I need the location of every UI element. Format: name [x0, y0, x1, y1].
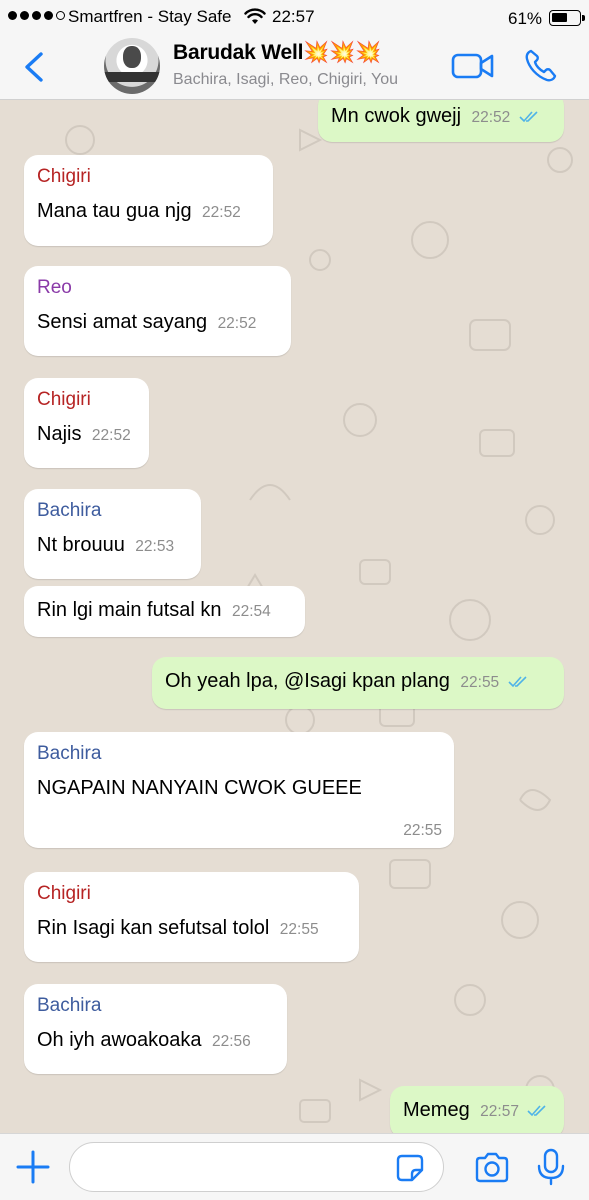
message-time: 22:53 — [135, 538, 175, 555]
message-incoming[interactable]: Bachira NGAPAIN NANYAIN CWOK GUEEE 22:55 — [24, 732, 454, 848]
status-bar: Smartfren - Stay Safe 22:57 61% — [0, 0, 589, 34]
message-text: Memeg — [403, 1099, 470, 1121]
message-incoming[interactable]: Bachira Oh iyh awoakoaka 22:56 — [24, 984, 287, 1074]
message-text: Rin lgi main futsal kn — [37, 599, 222, 621]
message-text: Najis — [37, 423, 82, 445]
message-time: 22:54 — [231, 603, 271, 620]
message-input[interactable] — [69, 1142, 444, 1192]
message-text: Rin Isagi kan sefutsal tolol — [37, 917, 270, 939]
sender-name[interactable]: Bachira — [37, 500, 188, 522]
message-text: NGAPAIN NANYAIN CWOK GUEEE — [37, 777, 362, 799]
video-camera-icon[interactable] — [451, 51, 495, 81]
message-incoming[interactable]: Rin lgi main futsal kn 22:54 — [24, 586, 305, 637]
chevron-left-icon[interactable] — [20, 50, 50, 84]
message-outgoing[interactable]: Memeg 22:57 — [390, 1086, 564, 1133]
message-outgoing[interactable]: Oh yeah lpa, @Isagi kpan plang 22:55 — [152, 657, 564, 709]
carrier-name: Smartfren - Stay Safe — [68, 7, 232, 26]
message-text: Mn cwok gwejj — [331, 105, 462, 127]
composer-bar — [0, 1133, 589, 1200]
sender-name[interactable]: Reo — [37, 277, 278, 299]
phone-icon[interactable] — [523, 48, 559, 84]
message-time: 22:52 — [471, 109, 511, 126]
wifi-icon — [244, 8, 266, 24]
sender-name[interactable]: Bachira — [37, 995, 274, 1017]
sender-name[interactable]: Bachira — [37, 743, 441, 765]
group-avatar[interactable] — [104, 38, 160, 94]
message-time: 22:55 — [279, 921, 319, 938]
message-time: 22:56 — [212, 1033, 251, 1050]
message-text: Nt brouuu — [37, 534, 125, 556]
message-incoming[interactable]: Chigiri Rin Isagi kan sefutsal tolol 22:… — [24, 872, 359, 962]
message-time: 22:52 — [91, 427, 131, 444]
message-incoming[interactable]: Bachira Nt brouuu 22:53 — [24, 489, 201, 579]
battery-percentage: 61% — [508, 9, 543, 28]
sender-name[interactable]: Chigiri — [37, 389, 136, 411]
message-text: Oh iyh awoakoaka — [37, 1029, 202, 1051]
message-time: 22:52 — [217, 315, 257, 332]
sender-name[interactable]: Chigiri — [37, 166, 260, 188]
message-list[interactable]: Mn cwok gwejj 22:52 Chigiri Mana tau gua… — [0, 100, 589, 1133]
group-title[interactable]: Barudak Well💥💥💥 — [173, 41, 381, 65]
message-text: Mana tau gua njg — [37, 200, 192, 222]
group-members[interactable]: Bachira, Isagi, Reo, Chigiri, You — [173, 71, 398, 89]
message-text: Sensi amat sayang — [37, 311, 208, 333]
sender-name[interactable]: Chigiri — [37, 883, 346, 905]
message-time: 22:57 — [480, 1103, 519, 1120]
message-time: 22:55 — [460, 674, 500, 691]
message-outgoing[interactable]: Mn cwok gwejj 22:52 — [318, 100, 564, 142]
battery-level-fill — [552, 13, 567, 22]
camera-icon[interactable] — [474, 1152, 510, 1184]
message-incoming[interactable]: Reo Sensi amat sayang 22:52 — [24, 266, 291, 356]
message-time: 22:52 — [202, 204, 241, 221]
read-receipt-icon — [527, 1105, 546, 1117]
microphone-icon[interactable] — [536, 1148, 566, 1186]
message-text: Oh yeah lpa, @Isagi kpan plang — [165, 670, 450, 692]
clock: 22:57 — [272, 7, 315, 26]
read-receipt-icon — [508, 676, 527, 688]
signal-strength-icon — [8, 11, 65, 20]
message-incoming[interactable]: Chigiri Mana tau gua njg 22:52 — [24, 155, 273, 246]
message-time: 22:55 — [403, 822, 442, 839]
read-receipt-icon — [519, 111, 538, 123]
message-incoming[interactable]: Chigiri Najis 22:52 — [24, 378, 149, 468]
sticker-icon[interactable] — [396, 1154, 424, 1182]
chat-header: Barudak Well💥💥💥 Bachira, Isagi, Reo, Chi… — [0, 34, 589, 100]
battery-icon — [549, 10, 585, 26]
plus-icon[interactable] — [16, 1150, 50, 1184]
